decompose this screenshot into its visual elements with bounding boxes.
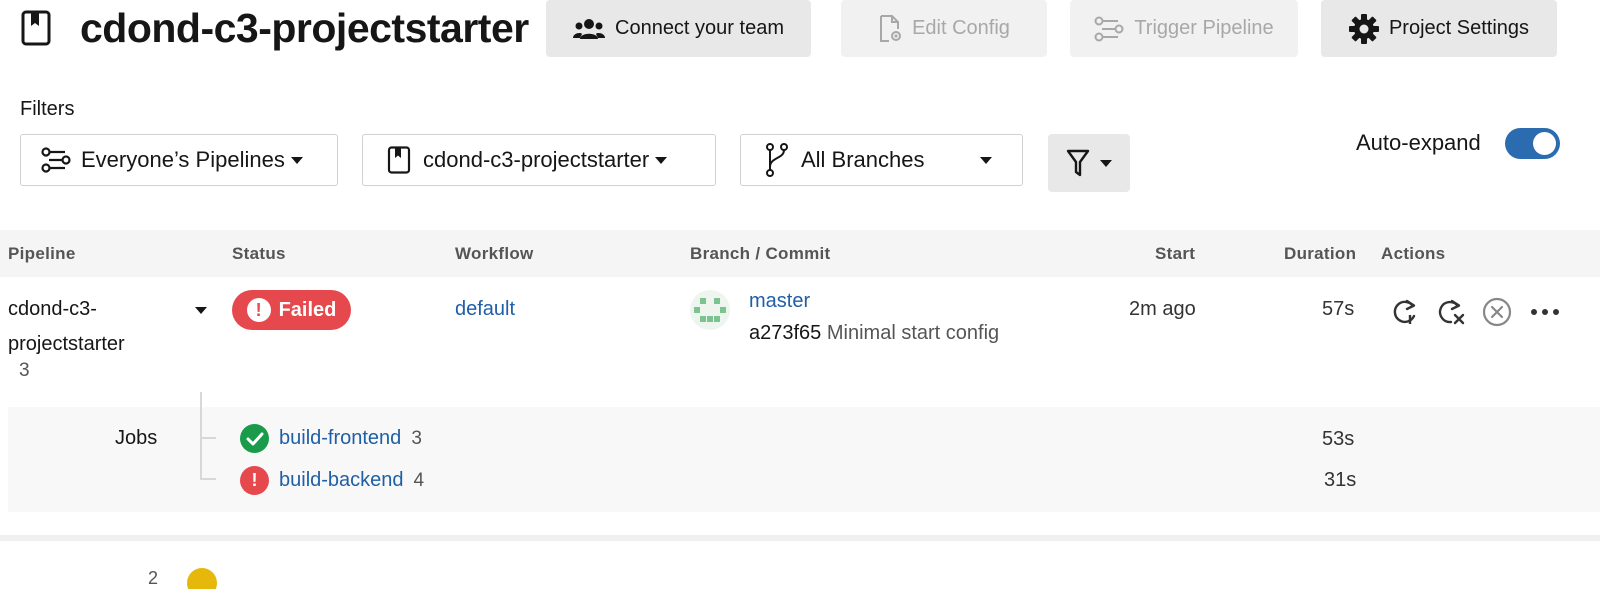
team-icon	[573, 18, 605, 39]
branch-filter-value: All Branches	[801, 147, 925, 172]
filters-heading: Filters	[20, 98, 75, 120]
commit-info: a273f65 Minimal start config	[749, 322, 999, 345]
avatar	[690, 290, 730, 330]
project-book-icon	[387, 146, 411, 174]
workflow-link[interactable]: default	[455, 298, 515, 321]
column-header-workflow: Workflow	[455, 244, 534, 263]
exclamation-icon: !	[246, 298, 271, 322]
pipelines-filter-value: Everyone’s Pipelines	[81, 147, 285, 172]
status-badge[interactable]: ! Failed	[232, 290, 351, 330]
cancel-workflow-button[interactable]	[1481, 296, 1513, 328]
toggle-knob	[1533, 132, 1556, 155]
job-duration: 53s	[1322, 428, 1355, 450]
commit-message: Minimal start config	[826, 322, 1000, 344]
tree-connector	[200, 478, 216, 480]
trigger-pipeline-button[interactable]: Trigger Pipeline	[1070, 0, 1298, 57]
column-header-status: Status	[232, 244, 286, 263]
pipeline-start-time: 2m ago	[1129, 298, 1196, 320]
job-link-build-backend[interactable]: build-backend	[279, 469, 404, 492]
project-settings-label: Project Settings	[1388, 17, 1530, 39]
more-icon	[1531, 309, 1559, 315]
success-check-icon	[240, 424, 269, 453]
branch-link[interactable]: master	[749, 290, 810, 313]
job-duration: 31s	[1324, 469, 1357, 491]
pipeline-number: 2	[148, 568, 159, 588]
connect-team-label: Connect your team	[615, 17, 784, 39]
job-link-build-frontend[interactable]: build-frontend	[279, 427, 401, 450]
rerun-workflow-button[interactable]	[1389, 296, 1421, 328]
row-separator	[0, 535, 1600, 541]
status-badge[interactable]	[187, 568, 217, 589]
auto-expand-label: Auto-expand	[1356, 130, 1481, 155]
jobs-panel	[8, 407, 1600, 512]
project-filter-value: cdond-c3-projectstarter	[423, 147, 650, 172]
rerun-icon	[1393, 299, 1416, 324]
file-gear-icon	[880, 14, 902, 42]
rerun-failed-button[interactable]	[1435, 296, 1467, 328]
rerun-failed-icon	[1438, 299, 1465, 325]
column-header-branch-commit: Branch / Commit	[690, 244, 831, 263]
chevron-down-icon	[290, 156, 303, 164]
page-title: cdond-c3-projectstarter	[80, 5, 529, 51]
edit-config-button[interactable]: Edit Config	[841, 0, 1047, 57]
git-branch-icon	[766, 143, 788, 177]
jobs-label: Jobs	[115, 427, 158, 449]
pipeline-duration: 57s	[1322, 298, 1355, 320]
pipeline-icon	[41, 147, 71, 173]
job-item: build-frontend 3	[240, 424, 422, 453]
status-label: Failed	[278, 298, 337, 321]
chevron-down-icon	[980, 157, 992, 164]
pipelines-filter-dropdown[interactable]: Everyone’s Pipelines	[20, 134, 338, 186]
pipeline-name[interactable]: cdond-c3-projectstarter	[8, 292, 178, 362]
gear-icon	[1348, 13, 1379, 44]
project-book-icon	[20, 10, 54, 46]
tree-connector	[200, 392, 202, 480]
job-number: 3	[411, 427, 422, 449]
close-circle-icon	[1482, 297, 1512, 327]
expand-row-icon[interactable]	[195, 307, 207, 314]
commit-hash[interactable]: a273f65	[749, 322, 821, 344]
more-actions-button[interactable]	[1529, 296, 1561, 328]
column-header-duration: Duration	[1284, 244, 1357, 263]
project-settings-button[interactable]: Project Settings	[1321, 0, 1557, 57]
trigger-pipeline-label: Trigger Pipeline	[1134, 17, 1274, 39]
branch-filter-dropdown[interactable]: All Branches	[740, 134, 1023, 186]
connect-team-button[interactable]: Connect your team	[546, 0, 811, 57]
column-header-actions: Actions	[1381, 244, 1446, 263]
advanced-filter-button[interactable]	[1048, 134, 1130, 192]
chevron-down-icon	[1100, 159, 1112, 167]
column-header-start: Start	[1155, 244, 1196, 263]
column-header-pipeline: Pipeline	[8, 244, 76, 263]
funnel-icon	[1066, 149, 1090, 177]
job-number: 4	[413, 469, 425, 491]
project-filter-dropdown[interactable]: cdond-c3-projectstarter	[362, 134, 716, 186]
auto-expand-toggle[interactable]	[1505, 128, 1560, 159]
exclamation-icon: !	[240, 466, 269, 495]
chevron-down-icon	[655, 156, 668, 164]
pipeline-icon	[1094, 16, 1124, 41]
pipeline-number: 3	[19, 360, 30, 381]
edit-config-label: Edit Config	[912, 17, 1010, 39]
job-item: ! build-backend 4	[240, 466, 424, 495]
tree-connector	[200, 437, 216, 439]
